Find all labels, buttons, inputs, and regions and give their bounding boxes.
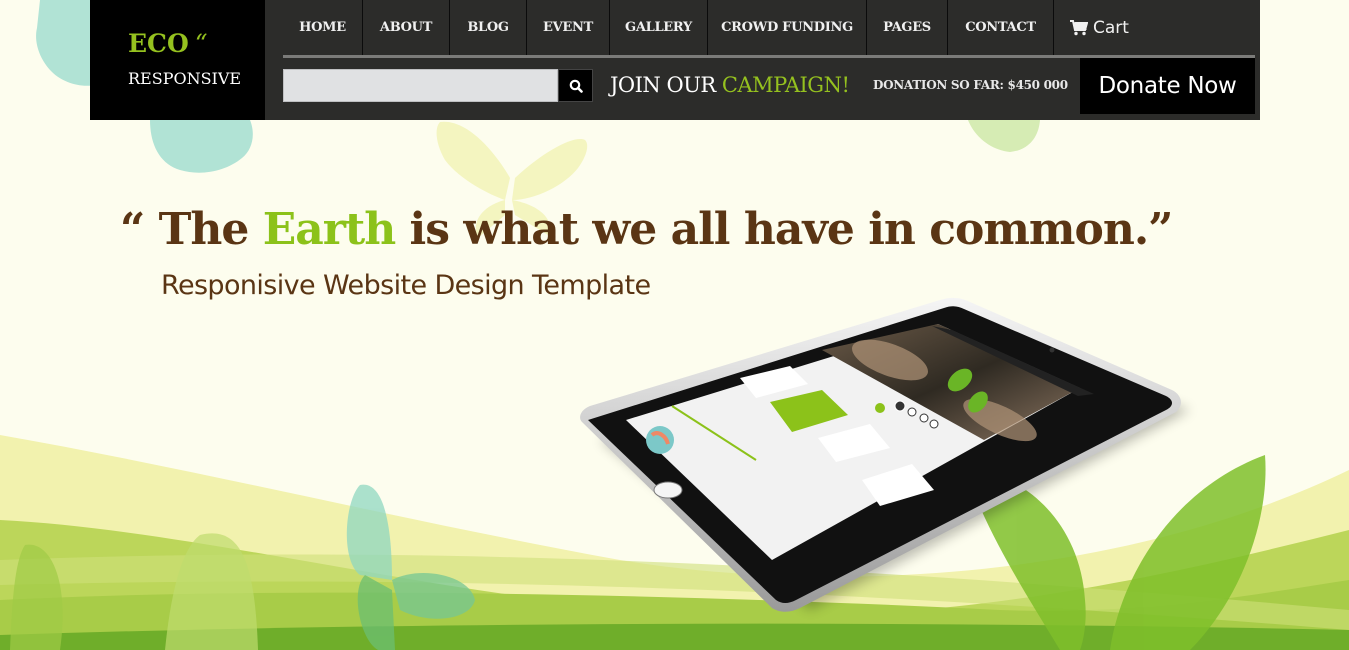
- cart-link[interactable]: Cart: [1054, 0, 1129, 55]
- search-button[interactable]: [558, 69, 593, 102]
- logo[interactable]: ECO “ RESPONSIVE: [90, 0, 265, 120]
- join-campaign-text: JOIN OUR CAMPAIGN!: [610, 70, 850, 100]
- headline-pre: The: [158, 204, 263, 255]
- logo-quote-mark: “: [194, 29, 208, 58]
- tablet-mockup-image: [580, 297, 1190, 612]
- nav-item-about[interactable]: ABOUT: [363, 0, 450, 55]
- search-icon: [569, 79, 583, 93]
- site-header: ECO “ RESPONSIVE HOME ABOUT BLOG EVENT GA…: [90, 0, 1260, 120]
- search-input[interactable]: [283, 69, 558, 102]
- nav-item-blog[interactable]: BLOG: [450, 0, 527, 55]
- shopping-cart-icon: [1070, 19, 1088, 35]
- headline-highlight: Earth: [262, 204, 397, 255]
- headline-open-quote: “: [120, 204, 159, 255]
- hero-headline: “ The Earth is what we all have in commo…: [120, 204, 1174, 255]
- headline-post: is what we all have in common.”: [395, 204, 1174, 255]
- nav-item-contact[interactable]: CONTACT: [948, 0, 1054, 55]
- nav-item-gallery[interactable]: GALLERY: [610, 0, 708, 55]
- campaign-highlight: CAMPAIGN!: [721, 73, 850, 97]
- nav-item-home[interactable]: HOME: [283, 0, 363, 55]
- donate-now-button[interactable]: Donate Now: [1080, 58, 1255, 114]
- tablet-camera: [1049, 347, 1055, 353]
- tablet-home-button: [653, 481, 683, 499]
- logo-brand-text: ECO: [128, 29, 189, 58]
- main-nav: HOME ABOUT BLOG EVENT GALLERY CROWD FUND…: [283, 0, 1129, 55]
- logo-tagline: RESPONSIVE: [128, 69, 242, 88]
- nav-item-crowd-funding[interactable]: CROWD FUNDING: [708, 0, 867, 55]
- logo-brand: ECO “: [128, 29, 208, 58]
- campaign-prefix: JOIN OUR: [610, 73, 722, 97]
- nav-item-event[interactable]: EVENT: [527, 0, 610, 55]
- teal-butterfly-wing-shape: [36, 0, 95, 86]
- nav-item-pages[interactable]: PAGES: [867, 0, 948, 55]
- cart-label: Cart: [1093, 17, 1129, 38]
- donation-total: DONATION SO FAR: $450 000: [873, 78, 1068, 92]
- teal-butterfly-lower-shape: [150, 120, 253, 173]
